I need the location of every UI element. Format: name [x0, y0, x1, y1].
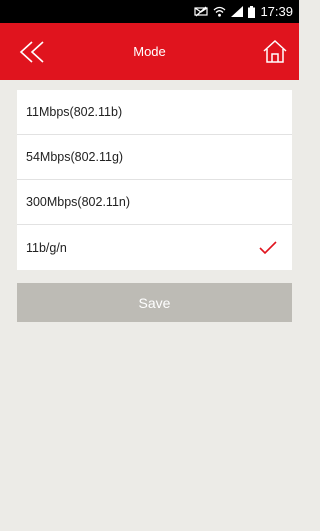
save-button[interactable]: Save	[17, 283, 292, 322]
home-icon	[262, 38, 288, 64]
back-button[interactable]	[16, 38, 48, 66]
checkmark-icon	[259, 240, 277, 255]
mute-icon	[194, 6, 209, 17]
mode-option-label: 11b/g/n	[26, 240, 67, 255]
double-chevron-left-icon	[17, 40, 47, 64]
home-button[interactable]	[260, 36, 290, 66]
mode-option-bgn[interactable]: 11b/g/n	[17, 225, 292, 270]
wifi-icon	[213, 6, 226, 17]
mode-option-54g[interactable]: 54Mbps(802.11g)	[17, 135, 292, 180]
mode-option-label: 300Mbps(802.11n)	[26, 195, 131, 209]
mode-list: 11Mbps(802.11b) 54Mbps(802.11g) 300Mbps(…	[17, 90, 292, 270]
clock: 17:39	[260, 4, 293, 19]
signal-icon	[231, 6, 244, 17]
mode-option-label: 54Mbps(802.11g)	[26, 150, 124, 164]
battery-icon	[248, 5, 256, 18]
mode-option-11b[interactable]: 11Mbps(802.11b)	[17, 90, 292, 135]
mode-option-300n[interactable]: 300Mbps(802.11n)	[17, 180, 292, 225]
mode-option-label: 11Mbps(802.11b)	[26, 105, 123, 119]
app-header: Mode	[0, 23, 299, 80]
status-bar: 17:39	[0, 0, 299, 23]
